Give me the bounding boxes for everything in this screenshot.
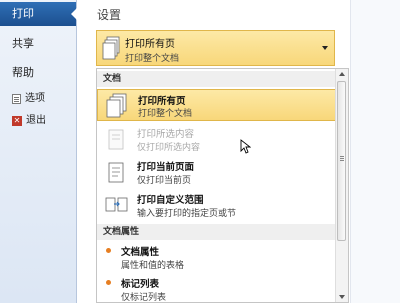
dropdown-selected-title: 打印所有页 (125, 39, 175, 50)
item-title: 文档属性 (121, 247, 160, 258)
scroll-down-icon[interactable] (339, 295, 345, 299)
nav-options[interactable]: 选项 (0, 88, 76, 110)
item-title: 打印所选内容 (137, 129, 195, 140)
backstage-nav: 打印 共享 帮助 选项 ✕ 退出 (0, 0, 77, 303)
options-icon (12, 94, 21, 104)
print-range-menu: 文档 打印所有页 打印整个文档 打印所选内容 仅打印所选内容 打印当前页面 仅打… (96, 68, 349, 303)
menu-item-print-custom-range[interactable]: 打印自定义范围 输入要打印的指定页或节 (97, 190, 336, 220)
scroll-thumb[interactable] (337, 81, 346, 241)
item-subtitle: 仅打印当前页 (137, 176, 192, 186)
menu-item-markup-list[interactable]: 标记列表 仅标记列表 (97, 274, 336, 303)
custom-range-icon (105, 197, 128, 212)
item-title: 打印所有页 (138, 96, 186, 107)
bullet-icon (106, 248, 111, 253)
nav-print[interactable]: 打印 (0, 2, 77, 26)
scroll-up-icon[interactable] (339, 72, 345, 76)
item-subtitle: 仅打印所选内容 (137, 143, 201, 153)
item-title: 标记列表 (121, 279, 160, 290)
print-range-dropdown[interactable]: 打印所有页 打印整个文档 (96, 30, 335, 66)
exit-icon: ✕ (12, 116, 22, 126)
menu-item-print-current-page[interactable]: 打印当前页面 仅打印当前页 (97, 157, 336, 187)
pages-icon (106, 93, 127, 118)
menu-scrollbar[interactable] (335, 69, 348, 302)
nav-options-label: 选项 (25, 93, 45, 104)
item-subtitle: 仅标记列表 (121, 293, 167, 303)
menu-item-print-selection: 打印所选内容 仅打印所选内容 (97, 124, 336, 154)
chevron-down-icon[interactable] (322, 46, 328, 50)
nav-exit-label: 退出 (26, 115, 46, 126)
group-header-properties: 文档属性 (97, 224, 336, 240)
bullet-icon (106, 280, 111, 285)
group-header-document: 文档 (97, 71, 336, 87)
item-subtitle: 属性和值的表格 (121, 261, 185, 271)
grip-icon (340, 156, 344, 157)
item-title: 打印当前页面 (137, 162, 195, 173)
nav-exit[interactable]: ✕ 退出 (0, 110, 76, 132)
menu-item-document-properties[interactable]: 文档属性 属性和值的表格 (97, 242, 336, 272)
single-page-icon (108, 162, 124, 183)
item-subtitle: 输入要打印的指定页或节 (137, 209, 237, 219)
menu-item-print-all[interactable]: 打印所有页 打印整个文档 (97, 89, 336, 121)
item-title: 打印自定义范围 (137, 195, 204, 206)
mouse-cursor-icon (240, 139, 251, 154)
nav-help[interactable]: 帮助 (0, 62, 76, 84)
preview-pane-edge (350, 0, 400, 303)
selection-page-icon (108, 129, 124, 150)
nav-share[interactable]: 共享 (0, 33, 76, 55)
item-subtitle: 打印整个文档 (138, 109, 193, 119)
settings-title: 设置 (97, 8, 122, 22)
pages-icon (102, 36, 120, 60)
dropdown-selected-subtitle: 打印整个文档 (125, 54, 180, 64)
